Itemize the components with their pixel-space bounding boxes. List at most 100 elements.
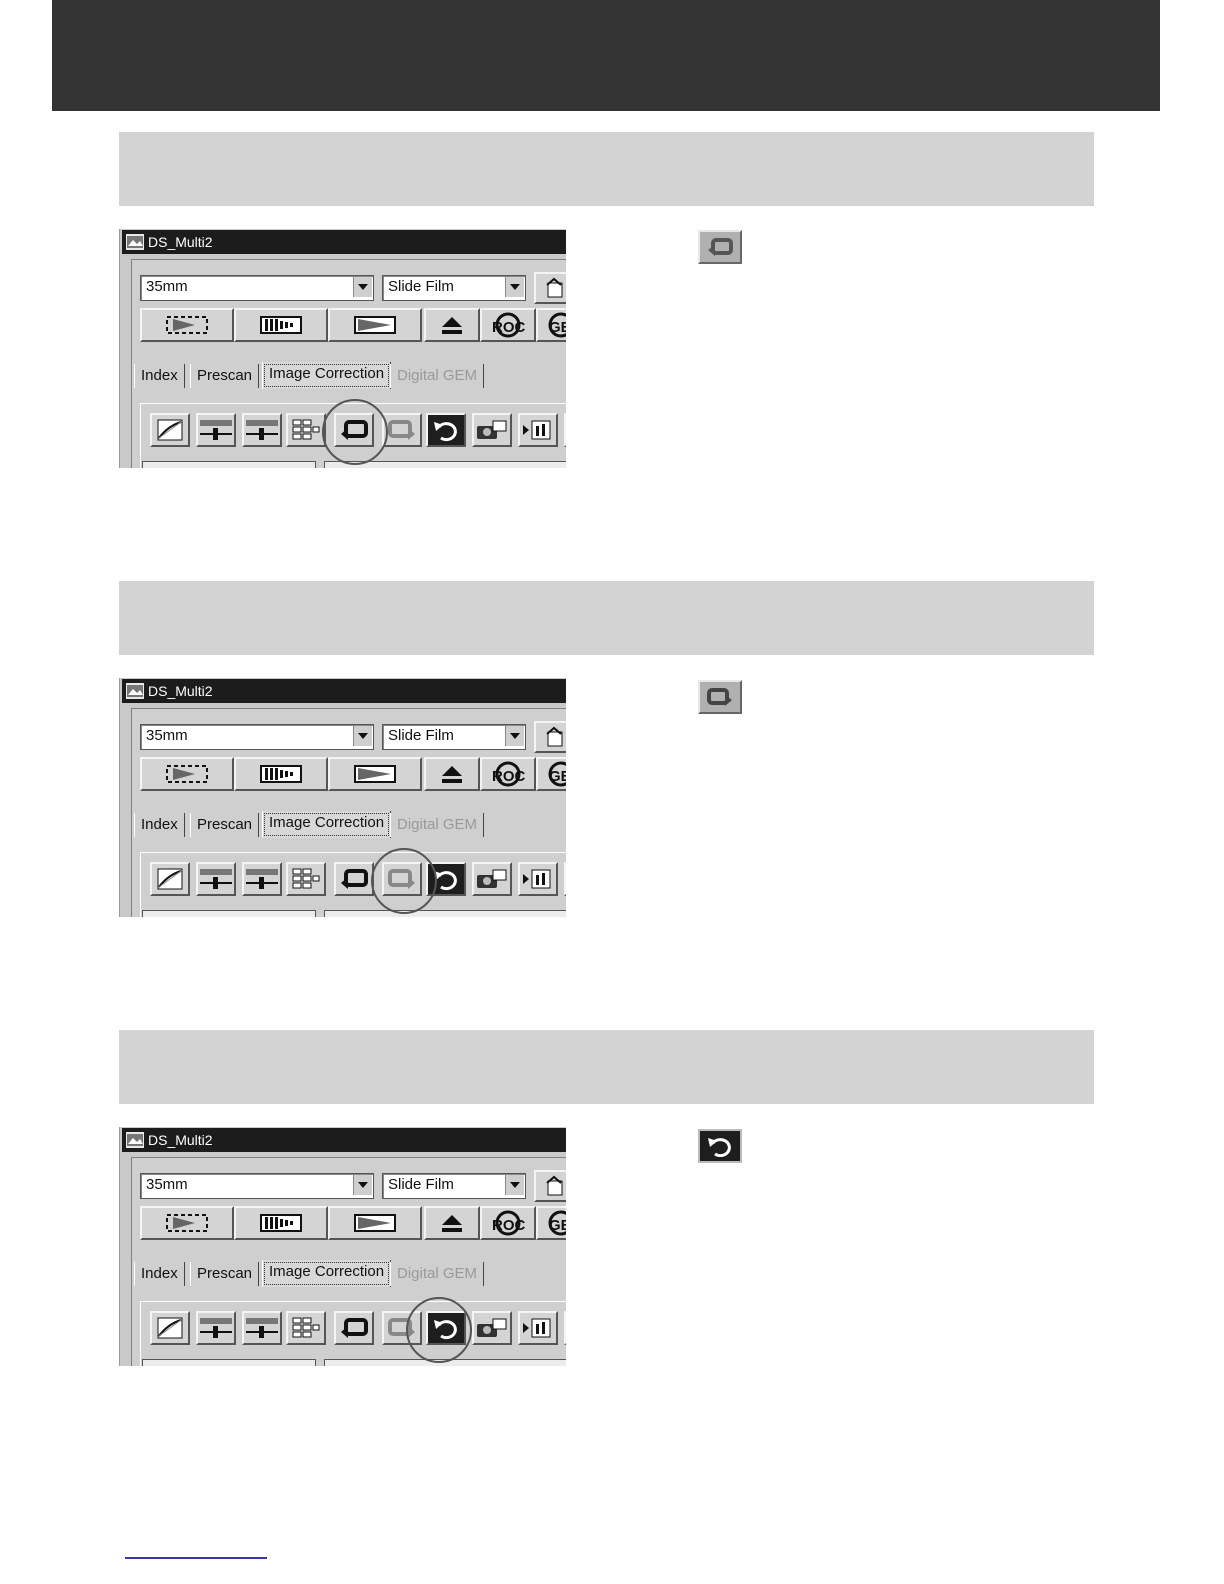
toolbar-overflow-button[interactable]: [564, 1311, 566, 1345]
color-balance-button[interactable]: [242, 862, 282, 896]
tab-index[interactable]: Index: [134, 364, 185, 388]
variations-button[interactable]: [286, 1311, 326, 1345]
undo-icon-callout: [698, 230, 742, 264]
prescan-button[interactable]: [234, 757, 328, 791]
tab-prescan[interactable]: Prescan: [190, 1262, 260, 1286]
scan-button[interactable]: [328, 1206, 422, 1240]
index-scan-button[interactable]: [140, 1206, 234, 1240]
film-type-value: Slide Film: [388, 1176, 454, 1193]
color-balance-button[interactable]: [242, 413, 282, 447]
film-format-select[interactable]: 35mm: [140, 1173, 374, 1199]
tab-image-correction[interactable]: Image Correction: [262, 811, 392, 838]
roc-label: ROC: [492, 768, 526, 785]
camera-icon: [477, 869, 507, 888]
reset-icon-callout: [698, 1129, 742, 1163]
roc-button[interactable]: ROC: [480, 757, 536, 791]
brightness-contrast-button[interactable]: [196, 862, 236, 896]
brightness-contrast-button[interactable]: [196, 413, 236, 447]
roc-button[interactable]: ROC: [480, 1206, 536, 1240]
index-scan-button[interactable]: [140, 308, 234, 342]
variations-button[interactable]: [286, 862, 326, 896]
film-type-select[interactable]: Slide Film: [382, 1173, 526, 1199]
gem-button[interactable]: GE: [536, 757, 566, 791]
tone-curve-button[interactable]: [150, 862, 190, 896]
roc-label: ROC: [492, 1217, 526, 1234]
slider-icon: [246, 1318, 278, 1338]
scan-icon: [354, 316, 396, 334]
brightness-contrast-button[interactable]: [196, 1311, 236, 1345]
film-type-select[interactable]: Slide Film: [382, 724, 526, 750]
highlight-circle: [406, 1297, 472, 1363]
film-type-value: Slide Film: [388, 278, 454, 295]
snapshot-button[interactable]: [472, 413, 512, 447]
slider-icon: [200, 869, 232, 889]
chevron-down-icon[interactable]: [353, 1175, 372, 1195]
eject-button[interactable]: [424, 308, 480, 342]
export-button[interactable]: [518, 413, 558, 447]
tab-prescan[interactable]: Prescan: [190, 813, 260, 837]
window-title: DS_Multi2: [148, 1132, 213, 1148]
film-type-select[interactable]: Slide Film: [382, 275, 526, 301]
film-format-select[interactable]: 35mm: [140, 275, 374, 301]
gem-label: GE: [549, 1217, 566, 1234]
eject-button[interactable]: [424, 1206, 480, 1240]
app-icon: [126, 683, 144, 699]
roc-icon: ROC: [492, 761, 526, 787]
gem-button[interactable]: GE: [536, 1206, 566, 1240]
app-icon: [126, 234, 144, 250]
scan-button[interactable]: [328, 308, 422, 342]
camera-icon: [477, 420, 507, 439]
prescan-button[interactable]: [234, 1206, 328, 1240]
status-field: [324, 910, 566, 917]
export-button[interactable]: [518, 862, 558, 896]
scan-button[interactable]: [328, 757, 422, 791]
toolbar-overflow-button[interactable]: [564, 413, 566, 447]
chevron-down-icon[interactable]: [505, 277, 524, 297]
export-button[interactable]: [518, 1311, 558, 1345]
undo-button[interactable]: [334, 1311, 374, 1345]
tab-image-correction[interactable]: Image Correction: [262, 362, 392, 389]
document-stack-icon: [546, 726, 563, 747]
undo-button[interactable]: [334, 862, 374, 896]
redo-icon: [707, 688, 732, 706]
reset-button[interactable]: [426, 413, 466, 447]
chevron-down-icon[interactable]: [353, 277, 372, 297]
roc-icon: ROC: [492, 312, 526, 338]
prescan-button[interactable]: [234, 308, 328, 342]
variations-button[interactable]: [286, 413, 326, 447]
chevron-down-icon[interactable]: [505, 1175, 524, 1195]
grid-icon: [292, 868, 320, 889]
tab-image-correction[interactable]: Image Correction: [262, 1260, 392, 1287]
tone-curve-button[interactable]: [150, 413, 190, 447]
tone-curve-button[interactable]: [150, 1311, 190, 1345]
color-balance-button[interactable]: [242, 1311, 282, 1345]
eject-button[interactable]: [424, 757, 480, 791]
redo-button[interactable]: [382, 413, 422, 447]
film-format-select[interactable]: 35mm: [140, 724, 374, 750]
film-format-value: 35mm: [146, 1176, 188, 1193]
tab-digital-gem[interactable]: Digital GEM: [390, 813, 485, 837]
scanner-window-screenshot: DS_Multi2 35mm Slide Film ROC GE Index P…: [119, 1127, 566, 1366]
index-scan-button[interactable]: [140, 757, 234, 791]
tab-digital-gem[interactable]: Digital GEM: [390, 1262, 485, 1286]
scan-icon: [354, 765, 396, 783]
chevron-down-icon[interactable]: [505, 726, 524, 746]
preferences-button[interactable]: [534, 272, 566, 304]
gem-button[interactable]: GE: [536, 308, 566, 342]
chevron-down-icon[interactable]: [353, 726, 372, 746]
tab-index[interactable]: Index: [134, 813, 185, 837]
tab-index[interactable]: Index: [134, 1262, 185, 1286]
preferences-button[interactable]: [534, 1170, 566, 1202]
camera-icon: [477, 1318, 507, 1337]
toolbar-overflow-button[interactable]: [564, 862, 566, 896]
footer-link-rule[interactable]: [125, 1557, 267, 1559]
snapshot-button[interactable]: [472, 1311, 512, 1345]
tab-digital-gem[interactable]: Digital GEM: [390, 364, 485, 388]
section-heading-bar: [119, 132, 1094, 206]
snapshot-button[interactable]: [472, 862, 512, 896]
preferences-button[interactable]: [534, 721, 566, 753]
roc-label: ROC: [492, 319, 526, 336]
tab-prescan[interactable]: Prescan: [190, 364, 260, 388]
roc-button[interactable]: ROC: [480, 308, 536, 342]
eject-icon: [442, 317, 462, 334]
